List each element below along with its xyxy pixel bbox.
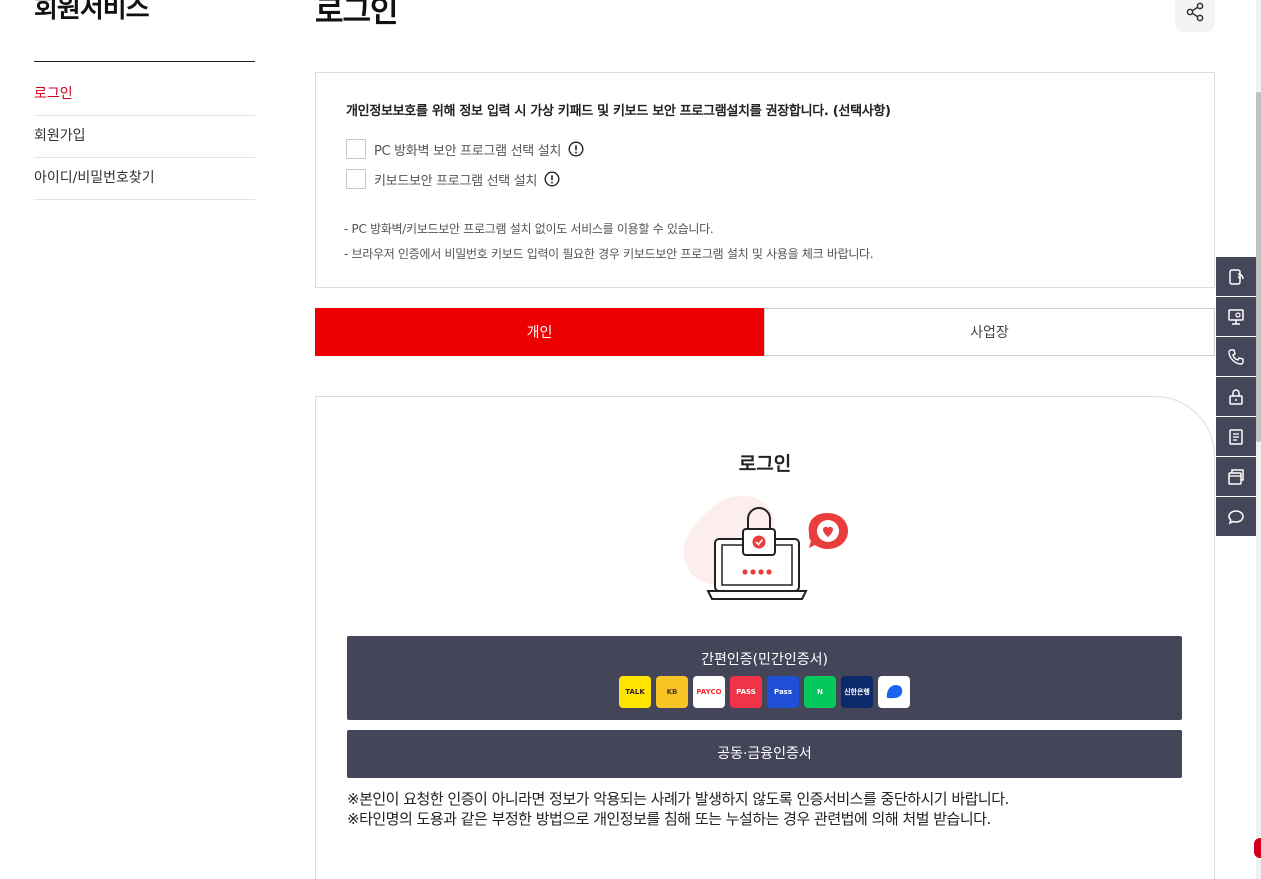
document-icon xyxy=(1229,428,1243,445)
quick-menu xyxy=(1216,257,1256,537)
naver-logo-icon: N xyxy=(804,676,836,708)
lock-icon xyxy=(1229,388,1243,405)
simple-auth-button[interactable]: 간편인증(민간인증서) TALK KB PAYCO PASS Pass N 신한… xyxy=(347,636,1182,720)
sidebar-divider xyxy=(34,61,255,62)
phone-icon xyxy=(1228,348,1244,365)
toss-logo-icon xyxy=(878,676,910,708)
certificate-auth-button[interactable]: 공동·금융인증서 xyxy=(347,730,1182,778)
sidebar-menu: 로그인 회원가입 아이디/비밀번호찾기 xyxy=(34,74,255,200)
security-note: - PC 방화벽/키보드보안 프로그램 설치 없이도 서비스를 이용할 수 있습… xyxy=(344,222,714,236)
security-notice-box: 개인정보보호를 위해 정보 입력 시 가상 키패드 및 키보드 보안 프로그램설… xyxy=(315,72,1215,288)
sidebar-item-find-id-password[interactable]: 아이디/비밀번호찾기 xyxy=(34,158,255,200)
quick-menu-pc[interactable] xyxy=(1216,297,1256,337)
simple-auth-label: 간편인증(민간인증서) xyxy=(701,652,828,668)
quick-menu-windows[interactable] xyxy=(1216,457,1256,497)
tab-business[interactable]: 사업장 xyxy=(764,308,1215,356)
remote-support-icon xyxy=(1229,268,1244,285)
payco-logo-icon: PAYCO xyxy=(693,676,725,708)
shinhan-logo-icon: 신한은행 xyxy=(841,676,873,708)
warning-text: ※타인명의 도용과 같은 부정한 방법으로 개인정보를 침해 또는 누설하는 경… xyxy=(347,810,991,828)
samsung-pass-logo-icon: Pass xyxy=(767,676,799,708)
info-icon[interactable] xyxy=(568,141,584,157)
security-notes: - PC 방화벽/키보드보안 프로그램 설치 없이도 서비스를 이용할 수 있습… xyxy=(344,217,874,267)
kb-logo-icon: KB xyxy=(656,676,688,708)
quick-menu-remote-support[interactable] xyxy=(1216,257,1256,297)
quick-menu-lock[interactable] xyxy=(1216,377,1256,417)
firewall-option-label: PC 방화벽 보안 프로그램 선택 설치 xyxy=(374,143,562,159)
sidebar-item-login[interactable]: 로그인 xyxy=(34,74,255,116)
laptop-lock-illustration xyxy=(683,495,848,600)
chat-icon xyxy=(1228,509,1244,524)
share-icon xyxy=(1186,2,1204,22)
login-card: 로그인 간편인증(민간인증서) TALK KB PAYCO PASS Pass … xyxy=(315,396,1215,879)
page-title: 로그인 xyxy=(315,0,399,30)
page-scrollbar[interactable] xyxy=(1256,0,1261,879)
member-type-tabs: 개인 사업장 xyxy=(315,308,1215,356)
keyboard-security-option: 키보드보안 프로그램 선택 설치 xyxy=(346,169,560,189)
tab-individual[interactable]: 개인 xyxy=(315,308,764,356)
keyboard-security-checkbox[interactable] xyxy=(346,169,366,189)
share-button[interactable] xyxy=(1175,0,1215,32)
sidebar-item-signup[interactable]: 회원가입 xyxy=(34,116,255,158)
security-note: - 브라우저 인증에서 비밀번호 키보드 입력이 필요한 경우 키보드보안 프로… xyxy=(344,247,874,261)
sidebar-title: 회원서비스 xyxy=(34,0,150,24)
firewall-option: PC 방화벽 보안 프로그램 선택 설치 xyxy=(346,139,584,159)
quick-menu-document[interactable] xyxy=(1216,417,1256,457)
firewall-checkbox[interactable] xyxy=(346,139,366,159)
floating-badge[interactable] xyxy=(1254,838,1261,858)
warning-text: ※본인이 요청한 인증이 아니라면 정보가 악용되는 사례가 발생하지 않도록 … xyxy=(347,790,1009,808)
info-icon[interactable] xyxy=(544,171,560,187)
keyboard-security-option-label: 키보드보안 프로그램 선택 설치 xyxy=(374,173,538,189)
kakao-logo-icon: TALK xyxy=(619,676,651,708)
security-notice-text: 개인정보보호를 위해 정보 입력 시 가상 키패드 및 키보드 보안 프로그램설… xyxy=(346,104,891,119)
pass-logo-icon: PASS xyxy=(730,676,762,708)
monitor-icon xyxy=(1228,308,1244,325)
quick-menu-chat[interactable] xyxy=(1216,497,1256,537)
browser-icon xyxy=(1228,468,1244,485)
auth-provider-list: TALK KB PAYCO PASS Pass N 신한은행 xyxy=(347,676,1182,708)
quick-menu-call[interactable] xyxy=(1216,337,1256,377)
scrollbar-thumb[interactable] xyxy=(1256,92,1261,442)
login-heading: 로그인 xyxy=(738,453,792,475)
